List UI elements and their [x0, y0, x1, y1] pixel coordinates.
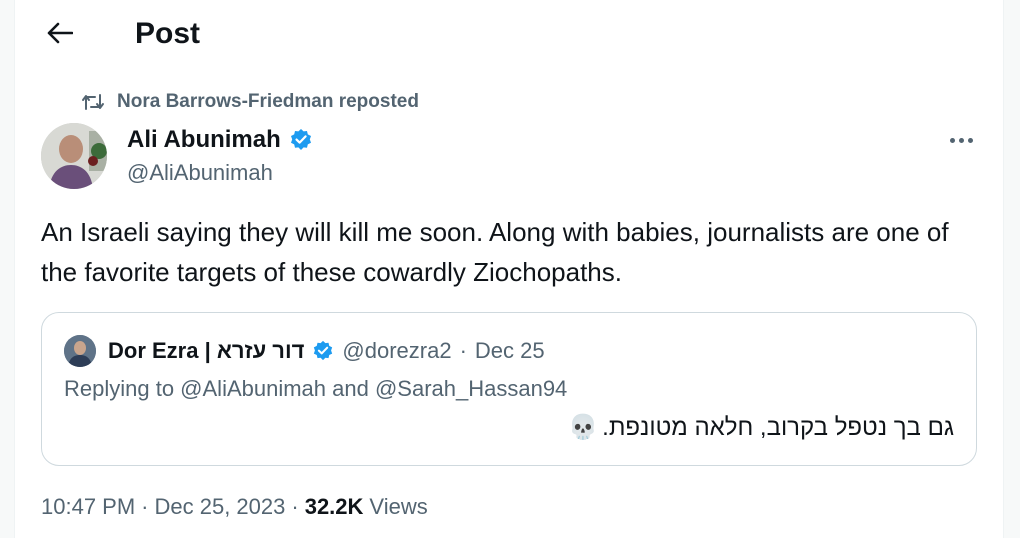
post-time[interactable]: 10:47 PM — [41, 494, 135, 520]
repost-icon — [82, 94, 104, 110]
quoted-post[interactable]: Dor Ezra | דור עזרא @dorezra2 · Dec 25 R… — [41, 312, 977, 466]
quoted-author-name: Dor Ezra | דור עזרא — [108, 338, 305, 363]
quoted-post-date: Dec 25 — [474, 338, 545, 363]
skull-emoji: 💀 — [568, 414, 599, 441]
more-options-button[interactable] — [943, 126, 979, 154]
quoted-post-text-row: גם בך נטפל בקרוב, חלאה מטונפת. 💀 — [568, 413, 954, 442]
views-count: 32.2K — [304, 494, 364, 519]
post-date[interactable]: Dec 25, 2023 — [155, 494, 286, 520]
quoted-post-text: גם בך נטפל בקרוב, חלאה מטונפת. — [602, 413, 954, 441]
quoted-author-handle: @dorezra2 — [342, 338, 452, 363]
author-name[interactable]: Ali Abunimah — [127, 126, 281, 154]
views-label: Views — [369, 494, 428, 519]
more-horizontal-icon — [949, 137, 973, 143]
quoted-author-avatar — [64, 335, 96, 367]
post-page: Post Nora Barrows-Friedman reposted Ali … — [14, 0, 1004, 538]
replying-to: Replying to @AliAbunimah and @Sarah_Hass… — [64, 376, 568, 401]
dot-separator: · — [291, 494, 299, 519]
dot-separator: · — [141, 494, 149, 519]
page-header: Post — [15, 0, 1003, 68]
author-name-row: Ali Abunimah — [127, 124, 313, 156]
quoted-post-header: Dor Ezra | דור עזרא @dorezra2 · Dec 25 — [64, 335, 545, 367]
repost-context[interactable]: Nora Barrows-Friedman reposted — [81, 89, 419, 115]
author-handle[interactable]: @AliAbunimah — [127, 160, 313, 186]
tweet-text: An Israeli saying they will kill me soon… — [41, 217, 949, 287]
post-metadata: 10:47 PM · Dec 25, 2023 · 32.2K Views — [41, 494, 428, 520]
page-title: Post — [135, 17, 201, 50]
repost-label: Nora Barrows-Friedman reposted — [117, 91, 419, 112]
back-button[interactable] — [41, 14, 79, 52]
author-info: Ali Abunimah @AliAbunimah — [127, 124, 313, 186]
dot-separator: · — [459, 338, 467, 363]
avatar-image — [41, 123, 107, 189]
verified-badge-icon — [290, 129, 311, 150]
verified-badge-icon — [314, 340, 333, 361]
author-avatar[interactable] — [41, 123, 107, 189]
arrow-left-icon — [47, 22, 73, 44]
